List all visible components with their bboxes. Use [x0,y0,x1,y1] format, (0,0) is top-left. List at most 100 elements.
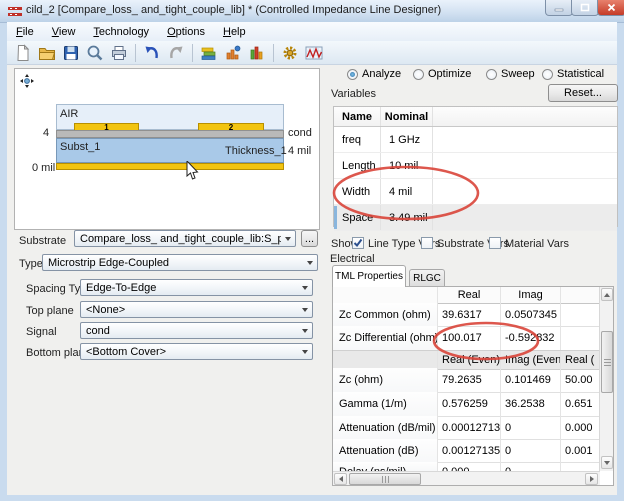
bottom-plane-select[interactable]: <Bottom Cover> [80,343,313,360]
signal-label: Signal [26,326,57,338]
variable-row-length[interactable]: Length 10 mil [334,153,617,179]
substrate-value: Compare_loss_ and_tight_couple_lib:S_par… [75,233,281,245]
zoom-button[interactable] [83,42,107,63]
minimize-button[interactable] [545,0,573,16]
tml-header-extra [561,287,600,303]
tml-cell-imag: 0.101469 [501,368,561,392]
tml-cell-real: 39.6317 [438,303,501,326]
scroll-up-button[interactable] [601,288,613,301]
tml-row-gamma: Gamma (1/m) 0.576259 36.2538 0.651 [333,392,600,417]
tml-subheader-blank [333,351,438,369]
menu-technology[interactable]: Technology [84,24,158,40]
bar-chart-button[interactable] [221,42,245,63]
radio-selected-icon [347,69,358,80]
signal-select[interactable]: cond [80,322,313,339]
tml-header-real[interactable]: Real [438,287,501,303]
tml-cell-extra [561,326,600,350]
scroll-right-button[interactable] [585,473,598,485]
minimize-icon [554,4,564,12]
dropdown-arrow-icon [298,350,312,354]
substrate-select[interactable]: Compare_loss_ and_tight_couple_lib:S_par… [74,230,296,247]
vertical-scrollbar[interactable] [599,287,613,471]
settings-button[interactable] [278,42,302,63]
layer-stack-chart-button[interactable] [197,42,221,63]
variables-header-row: Name Nominal [334,107,617,127]
col-header-name[interactable]: Name [334,107,381,126]
save-icon [62,44,80,62]
tml-cell-imag: 36.2538 [501,392,561,416]
compare-chart-button[interactable] [245,42,269,63]
vertical-scroll-thumb[interactable] [601,331,613,393]
menu-file[interactable]: File [7,24,43,40]
horizontal-scroll-thumb[interactable] [349,473,421,485]
cross-section-canvas[interactable]: AIR 1 2 4 cond Subst_1 Thickness_1 4 mil… [14,68,320,230]
redo-icon [167,44,185,62]
variable-nominal: 10 mil [381,153,433,178]
menu-bar: File View Technology Options Help [7,22,617,42]
toolbar-separator [135,44,136,62]
scroll-left-button[interactable] [334,473,347,485]
tml-cell-real: 100.017 [438,326,501,350]
tml-row-attenuation: Attenuation (dB) 0.00127135 0 0.001 [333,439,600,463]
variable-row-width[interactable]: Width 4 mil [334,179,617,205]
menu-options[interactable]: Options [158,24,214,40]
spacing-type-select[interactable]: Edge-To-Edge [80,279,313,296]
tml-header-imag[interactable]: Imag [501,287,561,303]
top-plane-select[interactable]: <None> [80,301,313,318]
cond-layer-height-label: 4 [43,127,49,139]
tml-cell-extra: 50.00 [561,368,600,392]
cond-layer[interactable] [56,130,284,138]
checkbox-material-vars[interactable] [489,237,501,249]
tml-row-label: Delay (ns/mil) [333,462,438,471]
type-select[interactable]: Microstrip Edge-Coupled [42,254,318,271]
menu-help[interactable]: Help [214,24,255,40]
undo-button[interactable] [140,42,164,63]
tab-rlgc-label: RLGC [413,273,441,284]
browse-label: ... [305,233,314,245]
tml-properties-table: Real Imag Zc Common (ohm) 39.6317 0.0507… [332,286,614,486]
radio-icon [486,69,497,80]
new-file-button[interactable] [11,42,35,63]
dropdown-arrow-icon [303,261,317,265]
col-header-nominal[interactable]: Nominal [381,107,433,126]
redo-button[interactable] [164,42,188,63]
radio-optimize[interactable]: Optimize [413,68,471,80]
open-button[interactable] [35,42,59,63]
horizontal-scrollbar[interactable] [333,471,600,485]
title-bar[interactable]: cild_2 [Compare_loss_ and_tight_couple_l… [0,0,624,23]
close-button[interactable] [597,0,624,16]
radio-sweep[interactable]: Sweep [486,68,535,80]
print-button[interactable] [107,42,131,63]
scroll-down-button[interactable] [601,456,613,469]
baseline-label: 0 mil [32,162,55,174]
checkbox-substrate-vars[interactable] [421,237,433,249]
move-handle-icon[interactable] [20,74,34,88]
variable-row-space[interactable]: Space 3.49 mil [334,205,617,231]
reset-button[interactable]: Reset... [548,84,618,102]
tab-rlgc[interactable]: RLGC [409,269,445,287]
save-button[interactable] [59,42,83,63]
menu-view[interactable]: View [43,24,85,40]
radio-analyze[interactable]: Analyze [347,68,401,80]
arrow-down-icon [604,461,610,465]
type-value: Microstrip Edge-Coupled [43,257,303,269]
checkbox-material-vars-label: Material Vars [505,238,569,250]
checkbox-line-type-vars[interactable] [352,237,364,249]
substrate-browse-button[interactable]: ... [301,230,318,247]
variable-nominal: 4 mil [381,179,433,204]
toolbar [7,41,617,65]
bottom-plane-layer[interactable] [56,163,284,170]
tml-cell-real: 0.576259 [438,392,501,416]
radio-analyze-label: Analyze [362,68,401,80]
tml-cell-extra: 0.000 [561,416,600,439]
waveform-button[interactable] [302,42,326,63]
tab-tml-properties[interactable]: TML Properties [332,265,406,287]
tml-cell-real: 0.000 [438,462,501,471]
maximize-icon [580,3,590,12]
tml-subheader-real-even: Real (Even) [438,351,501,369]
variable-name: Space [334,205,381,230]
variable-row-freq[interactable]: freq 1 GHz [334,127,617,153]
tml-cell-real: 0.00127135 [438,439,501,462]
maximize-button[interactable] [571,0,599,16]
radio-statistical[interactable]: Statistical [542,68,604,80]
